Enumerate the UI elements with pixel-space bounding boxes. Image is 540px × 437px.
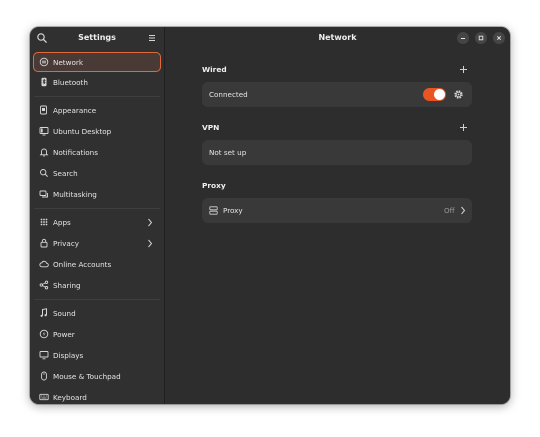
chevron-right-icon xyxy=(461,206,466,215)
sidebar-item-label: Bluetooth xyxy=(53,78,88,87)
multitasking-icon xyxy=(39,190,48,198)
vpn-status: Not set up xyxy=(209,148,247,157)
sidebar-item-label: Network xyxy=(53,57,84,67)
proxy-label: Proxy xyxy=(223,206,243,215)
bell-icon xyxy=(39,148,49,157)
hamburger-menu-icon[interactable] xyxy=(146,32,158,44)
sidebar-item-sound[interactable]: Sound xyxy=(33,303,161,324)
sidebar-item-sharing[interactable]: Sharing xyxy=(33,275,161,296)
minimize-button[interactable] xyxy=(457,32,469,44)
sidebar-item-label: Ubuntu Desktop xyxy=(53,127,112,136)
sidebar-item-online-accounts[interactable]: Online Accounts xyxy=(33,254,161,275)
sidebar-item-multitasking[interactable]: Multitasking xyxy=(33,184,161,205)
settings-window: Settings Network Bluetooth Appearance Ub… xyxy=(30,27,510,404)
sidebar-title: Settings xyxy=(78,33,116,42)
sidebar-item-bluetooth[interactable]: Bluetooth xyxy=(33,72,161,93)
maximize-icon xyxy=(478,35,484,41)
server-icon xyxy=(209,206,218,215)
sidebar-item-network[interactable]: Network xyxy=(33,52,161,72)
maximize-button[interactable] xyxy=(475,32,487,44)
monitor-icon xyxy=(39,351,49,360)
sidebar-item-label: Appearance xyxy=(53,106,97,115)
sidebar-nav: Network Bluetooth Appearance Ubuntu Desk… xyxy=(30,52,164,404)
wired-section-title: Wired xyxy=(202,65,227,74)
sidebar-header: Settings xyxy=(30,27,164,50)
divider xyxy=(34,208,160,209)
sidebar-item-mouse-touchpad[interactable]: Mouse & Touchpad xyxy=(33,366,161,387)
appearance-icon xyxy=(40,105,47,115)
sidebar-item-label: Online Accounts xyxy=(53,260,112,269)
vpn-row: Not set up xyxy=(202,140,472,165)
sidebar-item-label: Displays xyxy=(53,351,84,360)
sidebar-item-label: Privacy xyxy=(53,239,80,248)
proxy-section-title: Proxy xyxy=(202,181,226,190)
sidebar-item-apps[interactable]: Apps xyxy=(33,212,161,233)
sidebar-item-label: Notifications xyxy=(53,148,98,157)
divider xyxy=(34,299,160,300)
chevron-right-icon xyxy=(148,239,153,248)
keyboard-icon xyxy=(39,393,49,401)
desktop-icon xyxy=(39,127,49,136)
sidebar-item-label: Power xyxy=(53,330,75,339)
sidebar-item-label: Mouse & Touchpad xyxy=(53,372,121,381)
sidebar-item-notifications[interactable]: Notifications xyxy=(33,142,161,163)
divider xyxy=(34,96,160,97)
vpn-section-title: VPN xyxy=(202,123,220,132)
main-panel: Network Wired Connected VPN Not set up P… xyxy=(165,27,510,404)
sidebar-item-displays[interactable]: Displays xyxy=(33,345,161,366)
apps-grid-icon xyxy=(40,218,48,226)
chevron-right-icon xyxy=(148,218,153,227)
close-icon xyxy=(496,35,502,41)
network-icon xyxy=(39,57,49,67)
minimize-icon xyxy=(461,38,465,39)
sidebar-item-ubuntu-desktop[interactable]: Ubuntu Desktop xyxy=(33,121,161,142)
mouse-icon xyxy=(41,371,47,381)
sidebar-item-keyboard[interactable]: Keyboard xyxy=(33,387,161,404)
wired-connection-row: Connected xyxy=(202,82,472,107)
add-wired-button[interactable] xyxy=(459,65,468,74)
sidebar-item-appearance[interactable]: Appearance xyxy=(33,100,161,121)
sidebar-item-label: Sharing xyxy=(53,281,81,290)
lock-icon xyxy=(40,238,48,248)
sidebar-item-label: Sound xyxy=(53,309,76,318)
proxy-value: Off xyxy=(444,206,455,215)
power-icon xyxy=(39,329,49,339)
bluetooth-icon xyxy=(41,77,47,87)
cloud-icon xyxy=(39,260,49,268)
share-icon xyxy=(39,280,49,290)
sidebar-item-label: Multitasking xyxy=(53,190,97,199)
gear-icon[interactable] xyxy=(453,89,464,100)
wired-status: Connected xyxy=(209,90,248,99)
add-vpn-button[interactable] xyxy=(459,123,468,132)
sidebar-item-search[interactable]: Search xyxy=(33,163,161,184)
sidebar: Settings Network Bluetooth Appearance Ub… xyxy=(30,27,165,404)
search-icon xyxy=(40,169,48,177)
sidebar-item-label: Apps xyxy=(53,218,71,227)
sidebar-item-power[interactable]: Power xyxy=(33,324,161,345)
close-button[interactable] xyxy=(493,32,505,44)
music-note-icon xyxy=(40,308,47,317)
proxy-row[interactable]: Proxy Off xyxy=(202,198,472,223)
wired-toggle[interactable] xyxy=(423,88,446,101)
sidebar-item-label: Keyboard xyxy=(53,393,87,402)
sidebar-item-label: Search xyxy=(53,169,78,178)
toggle-knob xyxy=(434,89,445,100)
sidebar-item-privacy[interactable]: Privacy xyxy=(33,233,161,254)
